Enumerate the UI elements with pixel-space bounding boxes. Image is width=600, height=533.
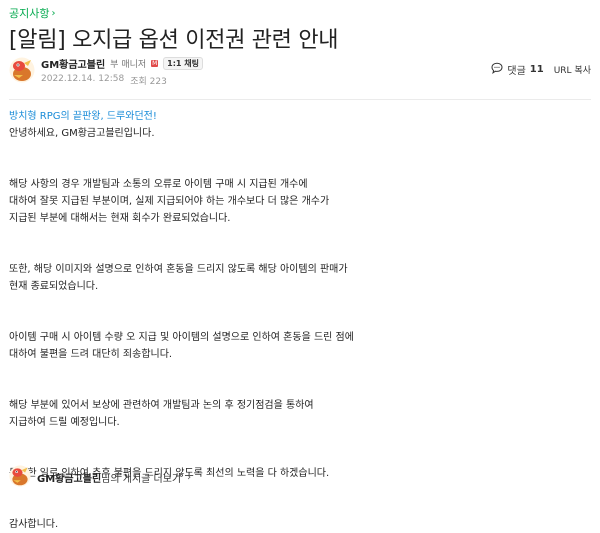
author-row: GM황금고블린 부 매니저 M 1:1 채팅 2022.12.14. 12:58… (9, 57, 591, 87)
paragraph-line: 또한, 해당 이미지와 설명으로 인하여 혼동을 드리지 않도록 해당 아이템의… (9, 264, 348, 275)
speech-bubble-icon (491, 62, 503, 77)
closing-text: 감사합니다. (9, 519, 59, 530)
comment-button[interactable]: 댓글 11 (491, 62, 544, 77)
breadcrumb[interactable]: 공지사항 › (9, 5, 55, 21)
greeting-text: 안녕하세요, GM황금고블린입니다. (9, 128, 155, 139)
view-count: 조회 223 (130, 77, 167, 87)
breadcrumb-label[interactable]: 공지사항 (9, 5, 49, 21)
footer-author-name: GM황금고블린 (37, 474, 102, 485)
paragraph-line: 대하여 잘못 지급된 부분이며, 실제 지급되어야 하는 개수보다 더 많은 개… (9, 196, 330, 207)
lead-text: 방치형 RPG의 끝판왕, 드루와던전! (9, 111, 157, 122)
goblin-avatar-icon (9, 465, 31, 490)
paragraph-line: 해당 부분에 있어서 보상에 관련하여 개발팀과 논의 후 정기점검을 통하여 (9, 400, 314, 411)
manager-badge-icon: M (151, 60, 159, 67)
post-date: 2022.12.14. 12:58 (41, 74, 125, 84)
paragraph-line: 현재 종료되었습니다. (9, 281, 99, 292)
post-tools: 댓글 11 URL 복사 (491, 62, 591, 77)
comment-count: 11 (529, 64, 544, 75)
divider (9, 99, 591, 100)
comment-label: 댓글 (507, 66, 526, 77)
chat-button[interactable]: 1:1 채팅 (163, 57, 203, 70)
more-posts-link[interactable]: GM황금고블린님의 게시글 더보기 › (9, 465, 191, 490)
goblin-avatar-icon[interactable] (9, 57, 35, 83)
author-info: GM황금고블린 부 매니저 M 1:1 채팅 2022.12.14. 12:58… (41, 57, 203, 87)
paragraph-line: 대하여 불편을 드려 대단히 죄송합니다. (9, 349, 173, 360)
paragraph-line: 지급하여 드릴 예정입니다. (9, 417, 120, 428)
author-name[interactable]: GM황금고블린 (41, 56, 105, 71)
paragraph-line: 지급된 부분에 대해서는 현재 회수가 완료되었습니다. (9, 213, 231, 224)
paragraph-line: 아이템 구매 시 아이템 수량 오 지급 및 아이템의 설명으로 인하여 혼동을… (9, 332, 354, 343)
chevron-right-icon: › (51, 7, 56, 19)
paragraph-line: 해당 사항의 경우 개발팀과 소통의 오류로 아이템 구매 시 지급된 개수에 (9, 179, 308, 190)
more-posts-label: 님의 게시글 더보기 (101, 474, 182, 485)
chevron-right-icon: › (187, 472, 192, 483)
url-copy-button[interactable]: URL 복사 (554, 63, 591, 76)
author-role: 부 매니저 (110, 60, 147, 70)
page-title: [알림] 오지급 옵션 이전권 관련 안내 (9, 28, 339, 53)
